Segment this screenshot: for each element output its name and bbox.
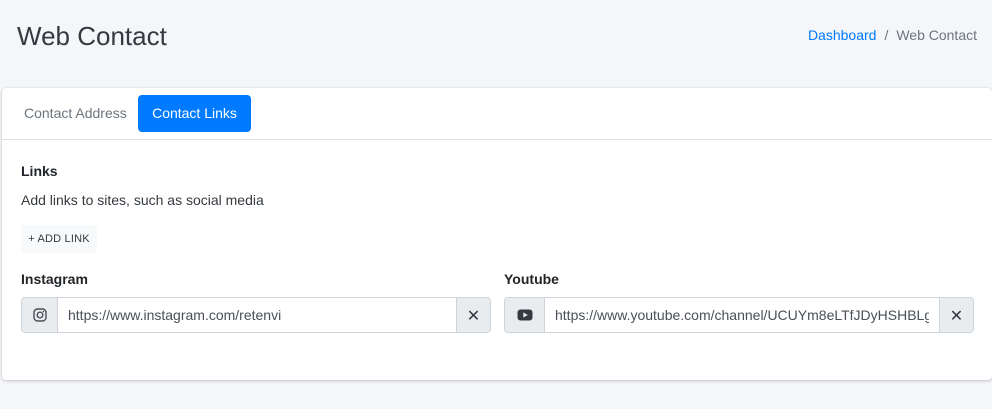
instagram-input-group: ✕ (21, 297, 491, 333)
contact-card: Contact Address Contact Links Links Add … (2, 88, 992, 380)
breadcrumb-dashboard-link[interactable]: Dashboard (808, 27, 877, 43)
page-header: Web Contact Dashboard / Web Contact (0, 0, 992, 88)
instagram-url-input[interactable] (58, 298, 456, 332)
breadcrumb: Dashboard / Web Contact (808, 27, 977, 43)
youtube-icon (505, 298, 545, 332)
instagram-label: Instagram (21, 271, 88, 287)
youtube-url-input[interactable] (545, 298, 939, 332)
youtube-remove-button[interactable]: ✕ (939, 298, 973, 332)
instagram-icon (22, 298, 58, 332)
breadcrumb-current: Web Contact (896, 27, 977, 43)
breadcrumb-separator: / (884, 27, 889, 43)
instagram-remove-button[interactable]: ✕ (456, 298, 490, 332)
youtube-input-group: ✕ (504, 297, 974, 333)
links-section-description: Add links to sites, such as social media (21, 192, 264, 208)
add-link-button[interactable]: + ADD LINK (21, 225, 97, 253)
instagram-icon-glyph (32, 308, 47, 322)
links-section-title: Links (21, 163, 58, 179)
tab-contact-address[interactable]: Contact Address (10, 95, 141, 132)
tab-contact-links[interactable]: Contact Links (138, 95, 251, 132)
tab-bar: Contact Address Contact Links (2, 88, 992, 140)
youtube-icon-glyph (517, 309, 532, 321)
youtube-label: Youtube (504, 271, 559, 287)
page-title: Web Contact (17, 21, 167, 51)
